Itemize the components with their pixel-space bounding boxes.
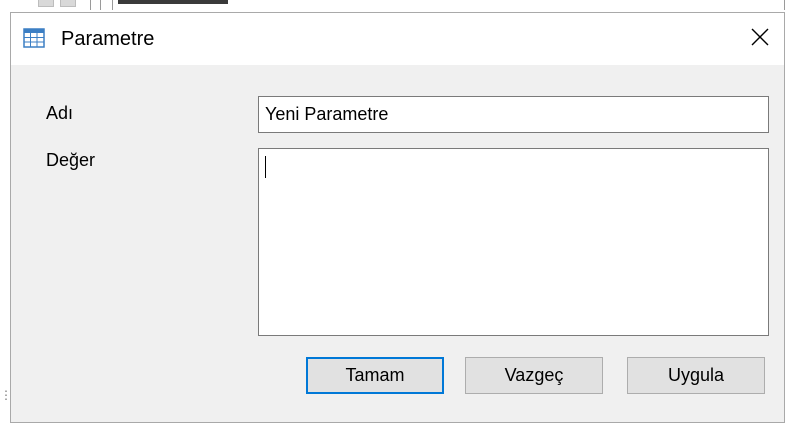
title-bar[interactable]: Parametre — [11, 13, 784, 65]
background-fragment — [60, 0, 76, 7]
background-fragment — [100, 0, 101, 10]
value-field[interactable] — [258, 148, 769, 336]
background-edge-mark: ⋮ — [0, 388, 12, 402]
value-label: Değer — [46, 150, 96, 170]
parametre-dialog: Parametre Adı Değer Tamam Vazgeç Uygula — [10, 12, 785, 423]
table-icon — [23, 27, 45, 49]
background-fragment — [38, 0, 54, 7]
background-window-edge — [0, 0, 791, 12]
window-title: Parametre — [61, 28, 155, 50]
close-button[interactable] — [744, 23, 776, 55]
text-caret — [265, 156, 266, 178]
background-fragment — [112, 0, 113, 10]
close-icon — [751, 28, 769, 51]
apply-button[interactable]: Uygula — [627, 357, 765, 394]
background-fragment — [90, 0, 91, 10]
ok-button[interactable]: Tamam — [306, 357, 444, 394]
cancel-button[interactable]: Vazgeç — [465, 357, 603, 394]
background-fragment — [784, 0, 785, 10]
background-fragment — [118, 0, 228, 4]
name-field[interactable] — [258, 96, 769, 133]
name-label: Adı — [46, 103, 74, 123]
